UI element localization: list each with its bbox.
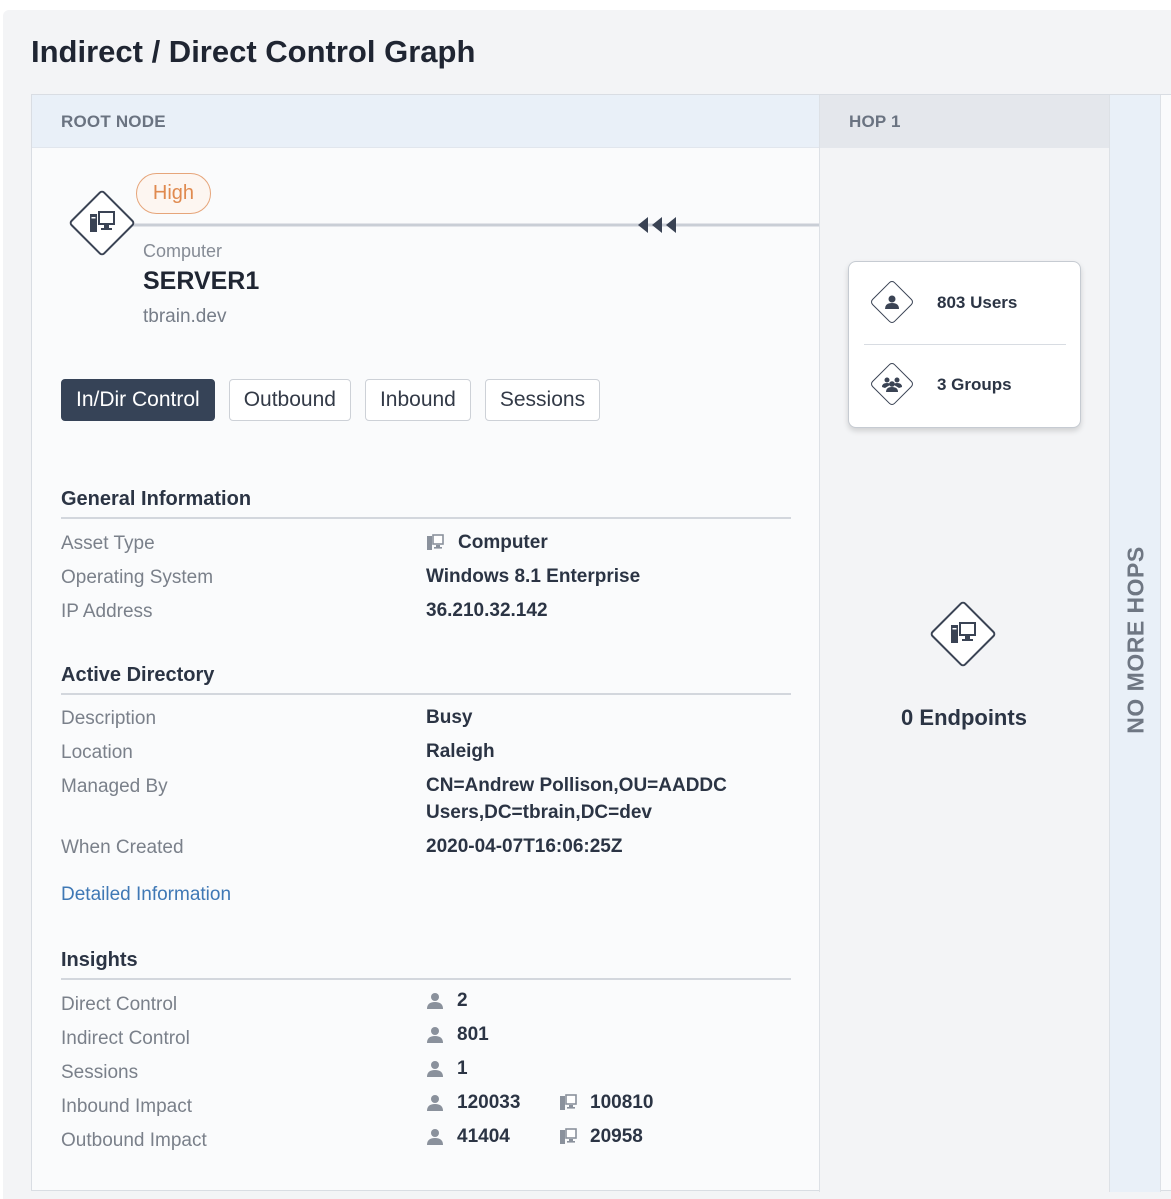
tab-sessions[interactable]: Sessions bbox=[484, 379, 601, 421]
node-type: Computer bbox=[143, 241, 223, 261]
description-value: Busy bbox=[426, 707, 473, 728]
tab-in-dir-control[interactable]: In/Dir Control bbox=[61, 379, 215, 421]
user-icon bbox=[427, 993, 443, 1009]
tab-inbound[interactable]: Inbound bbox=[364, 379, 471, 421]
control-graph-card: ROOT NODE HOP 1 NO MORE HOPS High Comput… bbox=[31, 94, 1171, 1192]
inbound-impact-label: Inbound Impact bbox=[61, 1096, 192, 1117]
outbound-impact-label: Outbound Impact bbox=[61, 1130, 207, 1151]
hop-card-divider bbox=[864, 344, 1066, 345]
user-icon bbox=[427, 1095, 443, 1111]
computer-icon bbox=[427, 533, 444, 550]
managed-by-line1: CN=Andrew Pollison,OU=AADDC bbox=[426, 775, 727, 796]
hop-1-header-label: HOP 1 bbox=[849, 112, 901, 131]
managed-by-line2: Users,DC=tbrain,DC=dev bbox=[426, 802, 652, 823]
node-name: SERVER1 bbox=[143, 267, 260, 295]
description-label: Description bbox=[61, 708, 157, 729]
no-more-hops-column: NO MORE HOPS bbox=[1109, 95, 1161, 1192]
location-value: Raleigh bbox=[426, 741, 495, 762]
triple-arrow-left-icon bbox=[638, 217, 676, 233]
sessions-users: 1 bbox=[426, 1058, 468, 1080]
inbound-impact-computers-value: 100810 bbox=[590, 1092, 654, 1113]
outbound-impact-computers: 20958 bbox=[559, 1126, 643, 1148]
location-label: Location bbox=[61, 742, 133, 763]
hop-1-header: HOP 1 bbox=[820, 95, 1110, 148]
indirect-control-label: Indirect Control bbox=[61, 1028, 190, 1049]
hop-users-label[interactable]: 803 Users bbox=[937, 293, 1017, 313]
managed-by-value: CN=Andrew Pollison,OU=AADDC Users,DC=tbr… bbox=[426, 772, 727, 826]
managed-by-label: Managed By bbox=[61, 776, 168, 797]
os-value: Windows 8.1 Enterprise bbox=[426, 566, 641, 587]
computer-icon bbox=[560, 1128, 577, 1144]
user-icon bbox=[427, 1061, 443, 1077]
computer-icon bbox=[560, 1094, 577, 1110]
endpoints-count: 0 Endpoints bbox=[901, 705, 1027, 730]
inbound-impact-users-value: 120033 bbox=[457, 1092, 521, 1113]
general-info-title: General Information bbox=[61, 488, 791, 519]
no-more-hops-label: NO MORE HOPS bbox=[1122, 546, 1149, 734]
sessions-value: 1 bbox=[457, 1058, 468, 1079]
node-domain: tbrain.dev bbox=[143, 306, 227, 327]
hop-1-card[interactable]: 803 Users 3 Groups bbox=[848, 261, 1081, 428]
risk-badge: High bbox=[136, 173, 211, 214]
outbound-impact-computers-value: 20958 bbox=[590, 1126, 643, 1147]
direct-control-users: 2 bbox=[426, 990, 468, 1012]
user-icon bbox=[879, 289, 905, 315]
direct-control-value: 2 bbox=[457, 990, 468, 1011]
ad-title: Active Directory bbox=[61, 664, 791, 695]
computer-icon bbox=[85, 206, 119, 240]
page-title: Indirect / Direct Control Graph bbox=[31, 34, 476, 69]
asset-type-label: Asset Type bbox=[61, 533, 155, 554]
asset-type-value: Computer bbox=[426, 529, 548, 556]
os-label: Operating System bbox=[61, 567, 214, 588]
inbound-impact-users: 120033 bbox=[426, 1092, 520, 1114]
inbound-impact-computers: 100810 bbox=[559, 1092, 653, 1114]
hop-groups-label[interactable]: 3 Groups bbox=[937, 375, 1012, 395]
sessions-label: Sessions bbox=[61, 1062, 139, 1083]
asset-type-text: Computer bbox=[458, 532, 548, 553]
tab-outbound[interactable]: Outbound bbox=[228, 379, 351, 421]
group-icon bbox=[879, 371, 905, 397]
indirect-control-value: 801 bbox=[457, 1024, 489, 1045]
ip-value: 36.210.32.142 bbox=[426, 600, 548, 621]
direct-control-label: Direct Control bbox=[61, 994, 178, 1015]
outbound-impact-users: 41404 bbox=[426, 1126, 510, 1148]
when-created-label: When Created bbox=[61, 837, 184, 858]
when-created-value: 2020-04-07T16:06:25Z bbox=[426, 836, 623, 857]
user-icon bbox=[427, 1129, 443, 1145]
detail-tabs: In/Dir Control Outbound Inbound Sessions bbox=[61, 379, 601, 421]
user-icon bbox=[427, 1027, 443, 1043]
insights-title: Insights bbox=[61, 949, 791, 980]
detailed-info-link[interactable]: Detailed Information bbox=[61, 884, 231, 906]
outbound-impact-users-value: 41404 bbox=[457, 1126, 510, 1147]
ip-label: IP Address bbox=[61, 601, 153, 622]
computer-icon bbox=[946, 617, 980, 651]
indirect-control-users: 801 bbox=[426, 1024, 489, 1046]
